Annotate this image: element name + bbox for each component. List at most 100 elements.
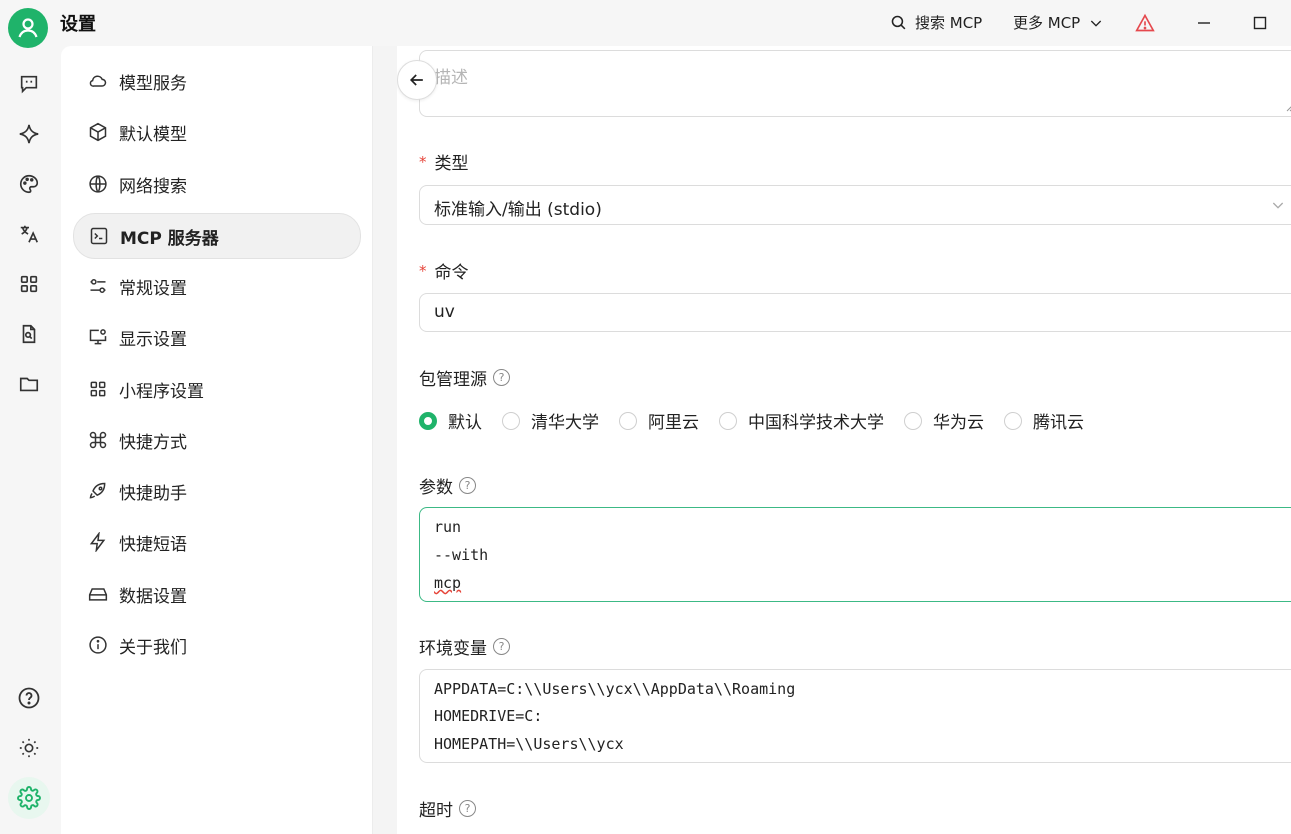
timeout-label-text: 超时 (419, 801, 453, 821)
radio-label: 中国科学技术大学 (748, 413, 884, 433)
globe-icon (87, 173, 109, 195)
chevron-down-icon (1272, 202, 1284, 209)
nav-item-mcp-servers[interactable]: MCP 服务器 (73, 213, 361, 259)
description-placeholder: 描述 (434, 68, 468, 88)
more-mcp-dropdown[interactable]: 更多 MCP (1013, 12, 1104, 33)
registry-radio-group: 默认 清华大学 阿里云 中国科学技术大学 华为云 腾讯云 (419, 408, 1104, 433)
nav-item-model-service[interactable]: 模型服务 (73, 59, 359, 103)
help-circle-icon[interactable]: ? (493, 638, 510, 655)
rocket-icon (87, 480, 109, 502)
rail-help-button[interactable] (16, 685, 42, 711)
resize-handle-icon (1286, 106, 1291, 112)
radio-registry-tsinghua[interactable]: 清华大学 (502, 408, 599, 433)
radio-indicator (719, 411, 737, 430)
warning-button[interactable] (1134, 12, 1156, 34)
radio-registry-ustc[interactable]: 中国科学技术大学 (719, 408, 884, 433)
radio-registry-tencent[interactable]: 腾讯云 (1004, 408, 1084, 433)
type-label-text: 类型 (434, 154, 469, 174)
nav-item-default-model[interactable]: 默认模型 (73, 110, 359, 154)
registry-label-text: 包管理源 (419, 370, 487, 390)
radio-registry-default[interactable]: 默认 (419, 408, 482, 433)
radio-label: 默认 (448, 413, 482, 433)
mcp-server-form: 描述 * 类型 标准输入/输出 (stdio) * 命令 uv 包管理源 ? 默… (397, 46, 1291, 834)
search-mcp-label: 搜索 MCP (915, 14, 983, 32)
apps-grid-icon (20, 275, 38, 293)
nav-item-mini-apps[interactable]: 小程序设置 (73, 367, 359, 411)
description-textarea[interactable]: 描述 (419, 50, 1291, 117)
rail-theme-button[interactable] (16, 735, 42, 761)
nav-item-label: 模型服务 (119, 73, 187, 94)
minimize-button[interactable] (1193, 12, 1215, 34)
user-avatar[interactable] (8, 8, 48, 48)
radio-indicator (419, 411, 437, 430)
env-line: APPDATA=C:\\Users\\ycx\\AppData\\Roaming (434, 680, 796, 698)
help-circle-icon[interactable]: ? (493, 369, 510, 386)
rail-apps-button[interactable] (16, 271, 42, 297)
nav-item-data[interactable]: 数据设置 (73, 572, 359, 616)
nav-item-quick-assistant[interactable]: 快捷助手 (73, 469, 359, 513)
info-icon (87, 634, 109, 656)
radio-label: 腾讯云 (1033, 413, 1084, 433)
radio-indicator (619, 411, 637, 430)
radio-registry-aliyun[interactable]: 阿里云 (619, 408, 699, 433)
warning-icon (1135, 13, 1155, 32)
args-label: 参数 ? (419, 473, 476, 498)
type-select[interactable]: 标准输入/输出 (stdio) (419, 185, 1291, 225)
env-label: 环境变量 ? (419, 634, 510, 659)
args-label-text: 参数 (419, 478, 453, 498)
command-value: uv (434, 302, 455, 322)
command-icon (87, 429, 109, 451)
required-marker: * (419, 261, 427, 280)
nav-item-label: 数据设置 (119, 586, 187, 607)
nav-item-general[interactable]: 常规设置 (73, 264, 359, 308)
nav-item-shortcuts[interactable]: 快捷方式 (73, 418, 359, 462)
rail-chat-button[interactable] (16, 71, 42, 97)
radio-label: 华为云 (933, 413, 984, 433)
back-button[interactable] (397, 60, 437, 100)
env-textarea[interactable]: APPDATA=C:\\Users\\ycx\\AppData\\Roaming… (419, 669, 1291, 763)
nav-item-display[interactable]: 显示设置 (73, 315, 359, 359)
sparkle-icon (19, 124, 39, 144)
search-mcp-button[interactable]: 搜索 MCP (890, 12, 982, 33)
nav-item-web-search[interactable]: 网络搜索 (73, 162, 359, 206)
radio-indicator (502, 411, 520, 430)
radio-indicator (1004, 411, 1022, 430)
radio-label: 阿里云 (648, 413, 699, 433)
nav-item-quick-phrases[interactable]: 快捷短语 (73, 520, 359, 564)
rail-sparkle-button[interactable] (16, 121, 42, 147)
zap-icon (87, 531, 109, 553)
more-mcp-label: 更多 MCP (1013, 14, 1081, 32)
args-line: mcp (434, 574, 462, 592)
terminal-icon (88, 225, 110, 247)
minimize-icon (1198, 22, 1210, 24)
chat-icon (20, 75, 38, 94)
type-select-value: 标准输入/输出 (stdio) (434, 200, 602, 220)
rail-file-search-button[interactable] (16, 321, 42, 347)
radio-indicator (904, 411, 922, 430)
rail-palette-button[interactable] (16, 171, 42, 197)
nav-item-label: 网络搜索 (119, 176, 187, 197)
command-label: * 命令 (419, 258, 469, 284)
maximize-icon (1253, 16, 1267, 30)
command-input[interactable]: uv (419, 293, 1291, 332)
args-textarea[interactable]: run --with mcp (419, 507, 1291, 602)
settings-nav: 模型服务 默认模型 网络搜索 MCP 服务器 常规设置 显示设置 小程序设置 快… (61, 46, 373, 834)
nav-item-label: 快捷方式 (119, 432, 187, 453)
help-circle-icon[interactable]: ? (459, 477, 476, 494)
help-icon (18, 687, 40, 709)
rail-translate-button[interactable] (16, 221, 42, 247)
args-line: --with (434, 546, 489, 564)
nav-item-label: 快捷助手 (119, 483, 187, 504)
required-marker: * (419, 152, 427, 171)
nav-item-label: 默认模型 (119, 124, 187, 145)
nav-item-label: 关于我们 (119, 637, 187, 658)
nav-item-about[interactable]: 关于我们 (73, 623, 359, 667)
rail-settings-button[interactable] (8, 777, 50, 819)
palette-icon (20, 174, 39, 194)
radio-registry-huawei[interactable]: 华为云 (904, 408, 984, 433)
maximize-button[interactable] (1249, 12, 1271, 34)
env-line: HOMEPATH=\\Users\\ycx (434, 735, 624, 753)
user-icon (18, 18, 38, 38)
help-circle-icon[interactable]: ? (459, 800, 476, 817)
rail-folder-button[interactable] (16, 371, 42, 397)
